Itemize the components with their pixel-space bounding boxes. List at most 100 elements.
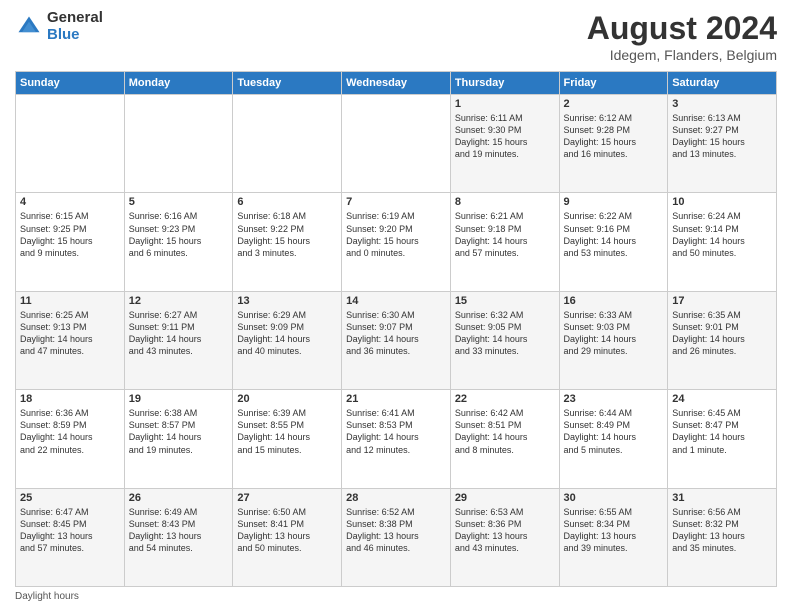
day-number: 9 bbox=[564, 196, 664, 208]
calendar-cell: 25 Sunrise: 6:47 AM Sunset: 8:45 PM Dayli… bbox=[16, 488, 125, 586]
week-row-3: 11 Sunrise: 6:25 AM Sunset: 9:13 PM Dayli… bbox=[16, 291, 777, 389]
day-info: Sunrise: 6:52 AM Sunset: 8:38 PM Dayligh… bbox=[346, 506, 446, 555]
logo-text: General Blue bbox=[47, 10, 103, 43]
calendar-table: Sunday Monday Tuesday Wednesday Thursday… bbox=[15, 71, 777, 587]
day-number: 4 bbox=[20, 196, 120, 208]
calendar-cell: 9 Sunrise: 6:22 AM Sunset: 9:16 PM Daylig… bbox=[559, 193, 668, 291]
calendar-cell: 23 Sunrise: 6:44 AM Sunset: 8:49 PM Dayli… bbox=[559, 390, 668, 488]
calendar-cell: 3 Sunrise: 6:13 AM Sunset: 9:27 PM Daylig… bbox=[668, 95, 777, 193]
day-info: Sunrise: 6:11 AM Sunset: 9:30 PM Dayligh… bbox=[455, 112, 555, 161]
calendar-cell: 4 Sunrise: 6:15 AM Sunset: 9:25 PM Daylig… bbox=[16, 193, 125, 291]
calendar-cell: 29Sunrise: 6:53 AM Sunset: 8:36 PM Dayli… bbox=[450, 488, 559, 586]
day-number: 16 bbox=[564, 295, 664, 307]
calendar-cell: 27 Sunrise: 6:50 AM Sunset: 8:41 PM Dayli… bbox=[233, 488, 342, 586]
day-info: Sunrise: 6:18 AM Sunset: 9:22 PM Dayligh… bbox=[237, 210, 337, 259]
col-friday: Friday bbox=[559, 72, 668, 95]
calendar-cell: 16 Sunrise: 6:33 AM Sunset: 9:03 PM Dayli… bbox=[559, 291, 668, 389]
col-saturday: Saturday bbox=[668, 72, 777, 95]
day-number: 21 bbox=[346, 393, 446, 405]
day-info: Sunrise: 6:50 AM Sunset: 8:41 PM Dayligh… bbox=[237, 506, 337, 555]
day-number: 3 bbox=[672, 98, 772, 110]
calendar-cell: 31 Sunrise: 6:56 AM Sunset: 8:32 PM Dayli… bbox=[668, 488, 777, 586]
calendar-cell bbox=[16, 95, 125, 193]
calendar-cell: 28 Sunrise: 6:52 AM Sunset: 8:38 PM Dayli… bbox=[342, 488, 451, 586]
day-info: Sunrise: 6:12 AM Sunset: 9:28 PM Dayligh… bbox=[564, 112, 664, 161]
day-number: 2 bbox=[564, 98, 664, 110]
day-number: 19 bbox=[129, 393, 229, 405]
day-number: 20 bbox=[237, 393, 337, 405]
col-wednesday: Wednesday bbox=[342, 72, 451, 95]
day-info: Sunrise: 6:13 AM Sunset: 9:27 PM Dayligh… bbox=[672, 112, 772, 161]
day-number: 14 bbox=[346, 295, 446, 307]
day-info: Sunrise: 6:33 AM Sunset: 9:03 PM Dayligh… bbox=[564, 309, 664, 358]
day-number: 17 bbox=[672, 295, 772, 307]
calendar-cell: 2 Sunrise: 6:12 AM Sunset: 9:28 PM Daylig… bbox=[559, 95, 668, 193]
day-info: Sunrise: 6:39 AM Sunset: 8:55 PM Dayligh… bbox=[237, 407, 337, 456]
page: General Blue August 2024 Idegem, Flander… bbox=[0, 0, 792, 612]
day-number: 6 bbox=[237, 196, 337, 208]
day-info: Sunrise: 6:19 AM Sunset: 9:20 PM Dayligh… bbox=[346, 210, 446, 259]
day-number: 1 bbox=[455, 98, 555, 110]
calendar-cell: 20 Sunrise: 6:39 AM Sunset: 8:55 PM Dayli… bbox=[233, 390, 342, 488]
day-number: 11 bbox=[20, 295, 120, 307]
calendar-cell: 6 Sunrise: 6:18 AM Sunset: 9:22 PM Daylig… bbox=[233, 193, 342, 291]
day-number: 8 bbox=[455, 196, 555, 208]
day-number: 22 bbox=[455, 393, 555, 405]
day-number: 23 bbox=[564, 393, 664, 405]
calendar-cell: 5Sunrise: 6:16 AM Sunset: 9:23 PM Daylig… bbox=[124, 193, 233, 291]
day-info: Sunrise: 6:44 AM Sunset: 8:49 PM Dayligh… bbox=[564, 407, 664, 456]
calendar-body: 1 Sunrise: 6:11 AM Sunset: 9:30 PM Daylig… bbox=[16, 95, 777, 587]
calendar-cell: 11 Sunrise: 6:25 AM Sunset: 9:13 PM Dayli… bbox=[16, 291, 125, 389]
calendar-cell: 17 Sunrise: 6:35 AM Sunset: 9:01 PM Dayli… bbox=[668, 291, 777, 389]
logo-blue: Blue bbox=[47, 27, 103, 44]
day-number: 30 bbox=[564, 492, 664, 504]
day-number: 5 bbox=[129, 196, 229, 208]
day-number: 29 bbox=[455, 492, 555, 504]
day-info: Sunrise: 6:21 AM Sunset: 9:18 PM Dayligh… bbox=[455, 210, 555, 259]
day-info: Sunrise: 6:22 AM Sunset: 9:16 PM Dayligh… bbox=[564, 210, 664, 259]
day-number: 28 bbox=[346, 492, 446, 504]
day-info: Sunrise: 6:41 AM Sunset: 8:53 PM Dayligh… bbox=[346, 407, 446, 456]
col-monday: Monday bbox=[124, 72, 233, 95]
title-block: August 2024 Idegem, Flanders, Belgium bbox=[587, 10, 777, 63]
day-info: Sunrise: 6:25 AM Sunset: 9:13 PM Dayligh… bbox=[20, 309, 120, 358]
day-info: Sunrise: 6:56 AM Sunset: 8:32 PM Dayligh… bbox=[672, 506, 772, 555]
day-info: Sunrise: 6:47 AM Sunset: 8:45 PM Dayligh… bbox=[20, 506, 120, 555]
calendar-cell: 18Sunrise: 6:36 AM Sunset: 8:59 PM Dayli… bbox=[16, 390, 125, 488]
day-number: 31 bbox=[672, 492, 772, 504]
calendar-cell: 30 Sunrise: 6:55 AM Sunset: 8:34 PM Dayli… bbox=[559, 488, 668, 586]
day-number: 12 bbox=[129, 295, 229, 307]
day-number: 27 bbox=[237, 492, 337, 504]
day-info: Sunrise: 6:55 AM Sunset: 8:34 PM Dayligh… bbox=[564, 506, 664, 555]
day-number: 10 bbox=[672, 196, 772, 208]
calendar-cell: 19Sunrise: 6:38 AM Sunset: 8:57 PM Dayli… bbox=[124, 390, 233, 488]
week-row-1: 1 Sunrise: 6:11 AM Sunset: 9:30 PM Daylig… bbox=[16, 95, 777, 193]
col-tuesday: Tuesday bbox=[233, 72, 342, 95]
calendar-header: Sunday Monday Tuesday Wednesday Thursday… bbox=[16, 72, 777, 95]
subtitle: Idegem, Flanders, Belgium bbox=[587, 47, 777, 63]
calendar-cell bbox=[342, 95, 451, 193]
day-info: Sunrise: 6:35 AM Sunset: 9:01 PM Dayligh… bbox=[672, 309, 772, 358]
calendar-cell: 10 Sunrise: 6:24 AM Sunset: 9:14 PM Dayli… bbox=[668, 193, 777, 291]
week-row-4: 18Sunrise: 6:36 AM Sunset: 8:59 PM Dayli… bbox=[16, 390, 777, 488]
calendar-cell: 22Sunrise: 6:42 AM Sunset: 8:51 PM Dayli… bbox=[450, 390, 559, 488]
day-number: 26 bbox=[129, 492, 229, 504]
day-info: Sunrise: 6:24 AM Sunset: 9:14 PM Dayligh… bbox=[672, 210, 772, 259]
header: General Blue August 2024 Idegem, Flander… bbox=[15, 10, 777, 63]
calendar-cell: 26Sunrise: 6:49 AM Sunset: 8:43 PM Dayli… bbox=[124, 488, 233, 586]
logo: General Blue bbox=[15, 10, 103, 43]
logo-general: General bbox=[47, 10, 103, 27]
day-info: Sunrise: 6:30 AM Sunset: 9:07 PM Dayligh… bbox=[346, 309, 446, 358]
calendar-cell: 24 Sunrise: 6:45 AM Sunset: 8:47 PM Dayli… bbox=[668, 390, 777, 488]
calendar-cell bbox=[233, 95, 342, 193]
day-number: 25 bbox=[20, 492, 120, 504]
day-info: Sunrise: 6:45 AM Sunset: 8:47 PM Dayligh… bbox=[672, 407, 772, 456]
day-info: Sunrise: 6:29 AM Sunset: 9:09 PM Dayligh… bbox=[237, 309, 337, 358]
calendar-cell: 8 Sunrise: 6:21 AM Sunset: 9:18 PM Daylig… bbox=[450, 193, 559, 291]
calendar-cell: 13 Sunrise: 6:29 AM Sunset: 9:09 PM Dayli… bbox=[233, 291, 342, 389]
calendar-cell bbox=[124, 95, 233, 193]
day-number: 13 bbox=[237, 295, 337, 307]
week-row-5: 25 Sunrise: 6:47 AM Sunset: 8:45 PM Dayli… bbox=[16, 488, 777, 586]
day-info: Sunrise: 6:15 AM Sunset: 9:25 PM Dayligh… bbox=[20, 210, 120, 259]
day-number: 24 bbox=[672, 393, 772, 405]
